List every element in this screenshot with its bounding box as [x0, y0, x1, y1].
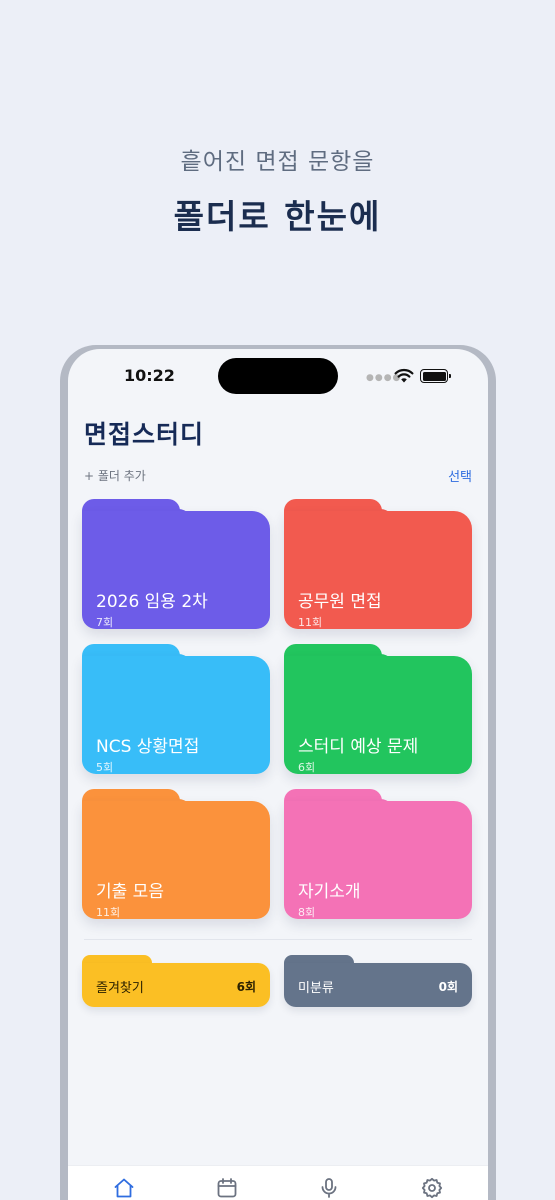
folder-name: 기출 모음 — [96, 882, 164, 902]
folder-card[interactable]: 기출 모음 11회 — [82, 789, 270, 919]
settings-icon — [421, 1177, 443, 1199]
phone-screen: 10:22 ●●●● 면접스터디 + 폴더 추가 선택 2026 임용 2차 7… — [68, 349, 488, 1200]
folder-name: 공무원 면접 — [298, 592, 382, 612]
folder-card[interactable]: NCS 상황면접 5회 — [82, 644, 270, 774]
tab-settings[interactable] — [420, 1176, 444, 1200]
promo-title: 폴더로 한눈에 — [173, 197, 382, 236]
folder-count: 5회 — [96, 761, 114, 774]
folder-body: 공무원 면접 11회 — [284, 511, 472, 629]
tab-record[interactable] — [317, 1176, 341, 1200]
calendar-icon — [217, 1178, 237, 1198]
folder-card[interactable]: 스터디 예상 문제 6회 — [284, 644, 472, 774]
folder-body: 자기소개 8회 — [284, 801, 472, 919]
folder-count: 11회 — [96, 906, 121, 919]
tab-calendar[interactable] — [215, 1176, 239, 1200]
folder-card[interactable]: 자기소개 8회 — [284, 789, 472, 919]
divider — [84, 939, 472, 940]
folder-name: 자기소개 — [298, 882, 361, 902]
folder-card[interactable]: 2026 임용 2차 7회 — [82, 499, 270, 629]
folder-count: 0회 — [438, 980, 458, 994]
folder-body: 스터디 예상 문제 6회 — [284, 656, 472, 774]
battery-icon — [420, 369, 451, 383]
app-title: 면접스터디 — [84, 420, 205, 449]
microphone-icon — [321, 1178, 337, 1198]
folder-count: 7회 — [96, 616, 114, 629]
uncategorized-folder[interactable]: 미분류 0회 — [284, 955, 472, 1007]
tab-bar — [68, 1165, 488, 1200]
add-folder-button[interactable]: + 폴더 추가 — [84, 467, 146, 484]
folder-count: 11회 — [298, 616, 323, 629]
folder-name: 2026 임용 2차 — [96, 592, 208, 612]
folder-count: 8회 — [298, 906, 316, 919]
folder-body: NCS 상황면접 5회 — [82, 656, 270, 774]
folder-name: 스터디 예상 문제 — [298, 737, 419, 757]
folder-count: 6회 — [298, 761, 316, 774]
folder-body: 기출 모음 11회 — [82, 801, 270, 919]
dynamic-island — [218, 358, 338, 394]
promo-subtitle: 흩어진 면접 문항을 — [180, 149, 375, 175]
folder-count: 6회 — [236, 980, 256, 994]
folder-name: 미분류 — [298, 981, 334, 996]
status-bar: 10:22 ●●●● — [68, 349, 488, 405]
status-time: 10:22 — [124, 366, 175, 385]
folder-name: NCS 상황면접 — [96, 737, 200, 757]
folder-name: 즐겨찾기 — [96, 981, 144, 996]
wifi-icon — [394, 368, 414, 383]
home-icon — [114, 1178, 134, 1198]
folder-card[interactable]: 공무원 면접 11회 — [284, 499, 472, 629]
favorites-folder[interactable]: 즐겨찾기 6회 — [82, 955, 270, 1007]
folder-body: 2026 임용 2차 7회 — [82, 511, 270, 629]
tab-home[interactable] — [112, 1176, 136, 1200]
select-button[interactable]: 선택 — [448, 466, 472, 485]
